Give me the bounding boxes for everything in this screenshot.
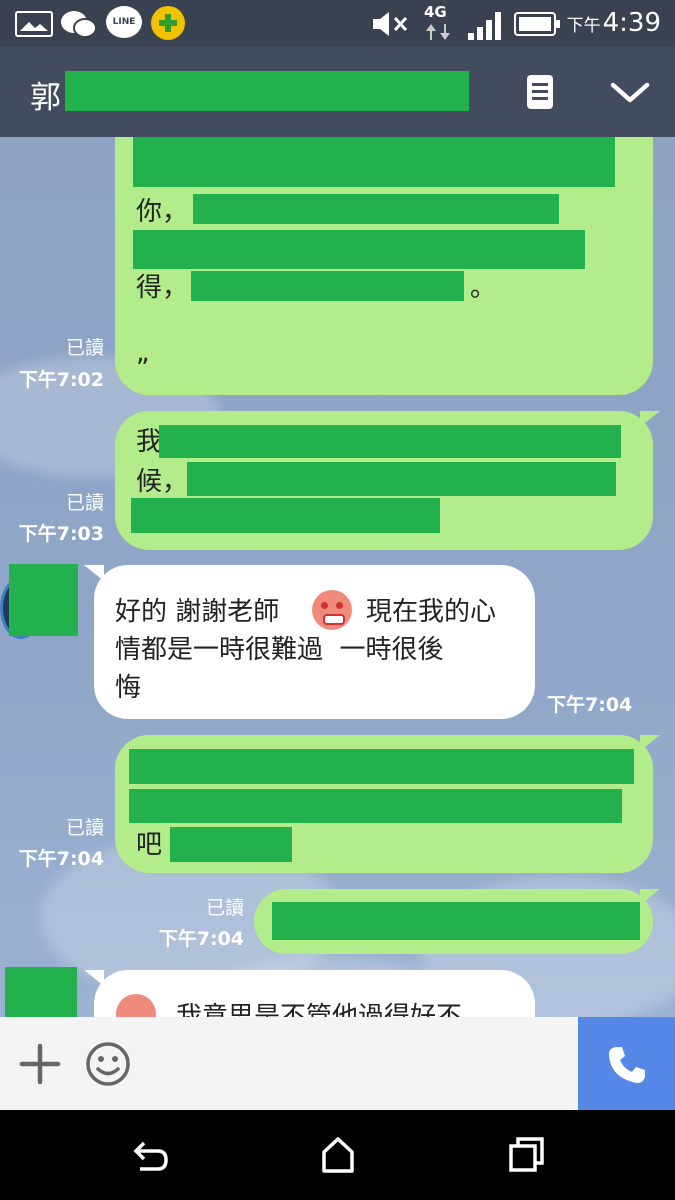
message-text: 。 <box>470 273 497 303</box>
read-receipt: 已讀 <box>65 492 104 514</box>
battery-icon <box>514 12 560 36</box>
message-text: 吧 <box>136 830 163 860</box>
redacted-text <box>187 462 616 496</box>
status-bar: LINE 4G 下午4:39 <box>0 0 675 47</box>
line-notification-icon: LINE <box>106 6 142 38</box>
redacted-text <box>170 827 292 862</box>
volume-mute-icon <box>373 12 408 36</box>
notes-button[interactable] <box>520 72 560 112</box>
redacted-text <box>129 749 634 784</box>
message-timestamp: 下午7:04 <box>18 848 104 870</box>
chat-message-list[interactable]: 你， 得， 。 „ 已讀 下午7:02 我 候， 已讀 下午7:03 好的 謝謝… <box>0 137 675 1017</box>
redacted-avatar <box>5 967 77 1017</box>
home-button[interactable] <box>318 1134 358 1176</box>
message-timestamp: 下午7:03 <box>18 523 104 545</box>
chevron-down-icon <box>610 82 650 103</box>
message-text: „ <box>136 338 150 368</box>
crying-emoji-icon <box>312 590 352 630</box>
bubble-tail <box>640 735 660 751</box>
chat-header: 郭 <box>0 47 675 137</box>
redacted-text <box>131 498 440 533</box>
read-receipt: 已讀 <box>65 337 104 359</box>
read-receipt: 已讀 <box>205 897 244 919</box>
recent-apps-icon <box>509 1137 544 1172</box>
redacted-text <box>159 425 621 458</box>
voice-call-button[interactable] <box>578 1017 675 1110</box>
message-text: 得， <box>136 273 189 303</box>
message-text: 你， <box>136 197 189 227</box>
bubble-tail <box>640 889 660 905</box>
back-arrow-icon <box>133 1141 168 1171</box>
read-receipt: 已讀 <box>65 817 104 839</box>
redacted-text <box>133 230 585 269</box>
back-button[interactable] <box>130 1135 174 1175</box>
wechat-notification-icon <box>61 11 97 38</box>
signal-strength-icon <box>468 12 501 40</box>
add-attachment-button[interactable] <box>18 1042 62 1086</box>
message-text: 現在我的心 <box>366 597 497 627</box>
message-timestamp: 下午7:02 <box>18 369 104 391</box>
notes-icon <box>527 75 553 109</box>
home-icon <box>322 1137 354 1173</box>
message-text: 好的 謝謝老師 <box>115 597 280 627</box>
redacted-contact-name <box>65 71 469 111</box>
clock-prefix: 下午 <box>566 16 601 36</box>
message-timestamp: 下午7:04 <box>158 928 244 950</box>
bubble-tail <box>640 411 660 427</box>
redacted-avatar <box>9 564 78 636</box>
plus-icon <box>19 1043 61 1085</box>
bubble-tail <box>84 565 104 581</box>
network-type-label: 4G <box>424 3 447 21</box>
data-arrows-icon <box>426 24 450 40</box>
recent-apps-button[interactable] <box>506 1134 546 1176</box>
gallery-notification-icon <box>15 11 53 37</box>
message-text: 悔 <box>115 673 142 703</box>
phone-icon <box>609 1047 645 1083</box>
status-clock: 下午4:39 <box>567 8 661 38</box>
chat-title: 郭 <box>30 80 61 116</box>
system-navigation-bar <box>0 1110 675 1200</box>
app-plus-notification-icon <box>151 6 185 40</box>
smiley-icon <box>86 1042 130 1086</box>
message-text: 候， <box>136 467 189 497</box>
message-input-bar <box>0 1017 675 1110</box>
redacted-text <box>272 902 640 940</box>
redacted-text <box>193 194 559 224</box>
clock-time: 4:39 <box>602 8 661 38</box>
redacted-text <box>129 789 622 823</box>
line-icon-label: LINE <box>112 17 136 27</box>
message-timestamp: 下午7:04 <box>547 694 633 716</box>
bubble-tail <box>84 970 104 986</box>
emoji-button[interactable] <box>84 1040 132 1088</box>
message-text: 我意思是不管他過得好不 <box>176 1002 463 1017</box>
redacted-text <box>191 271 464 301</box>
message-text: 情都是一時很難過 一時很後 <box>115 635 444 665</box>
collapse-menu-button[interactable] <box>608 77 652 107</box>
redacted-text <box>133 137 615 187</box>
